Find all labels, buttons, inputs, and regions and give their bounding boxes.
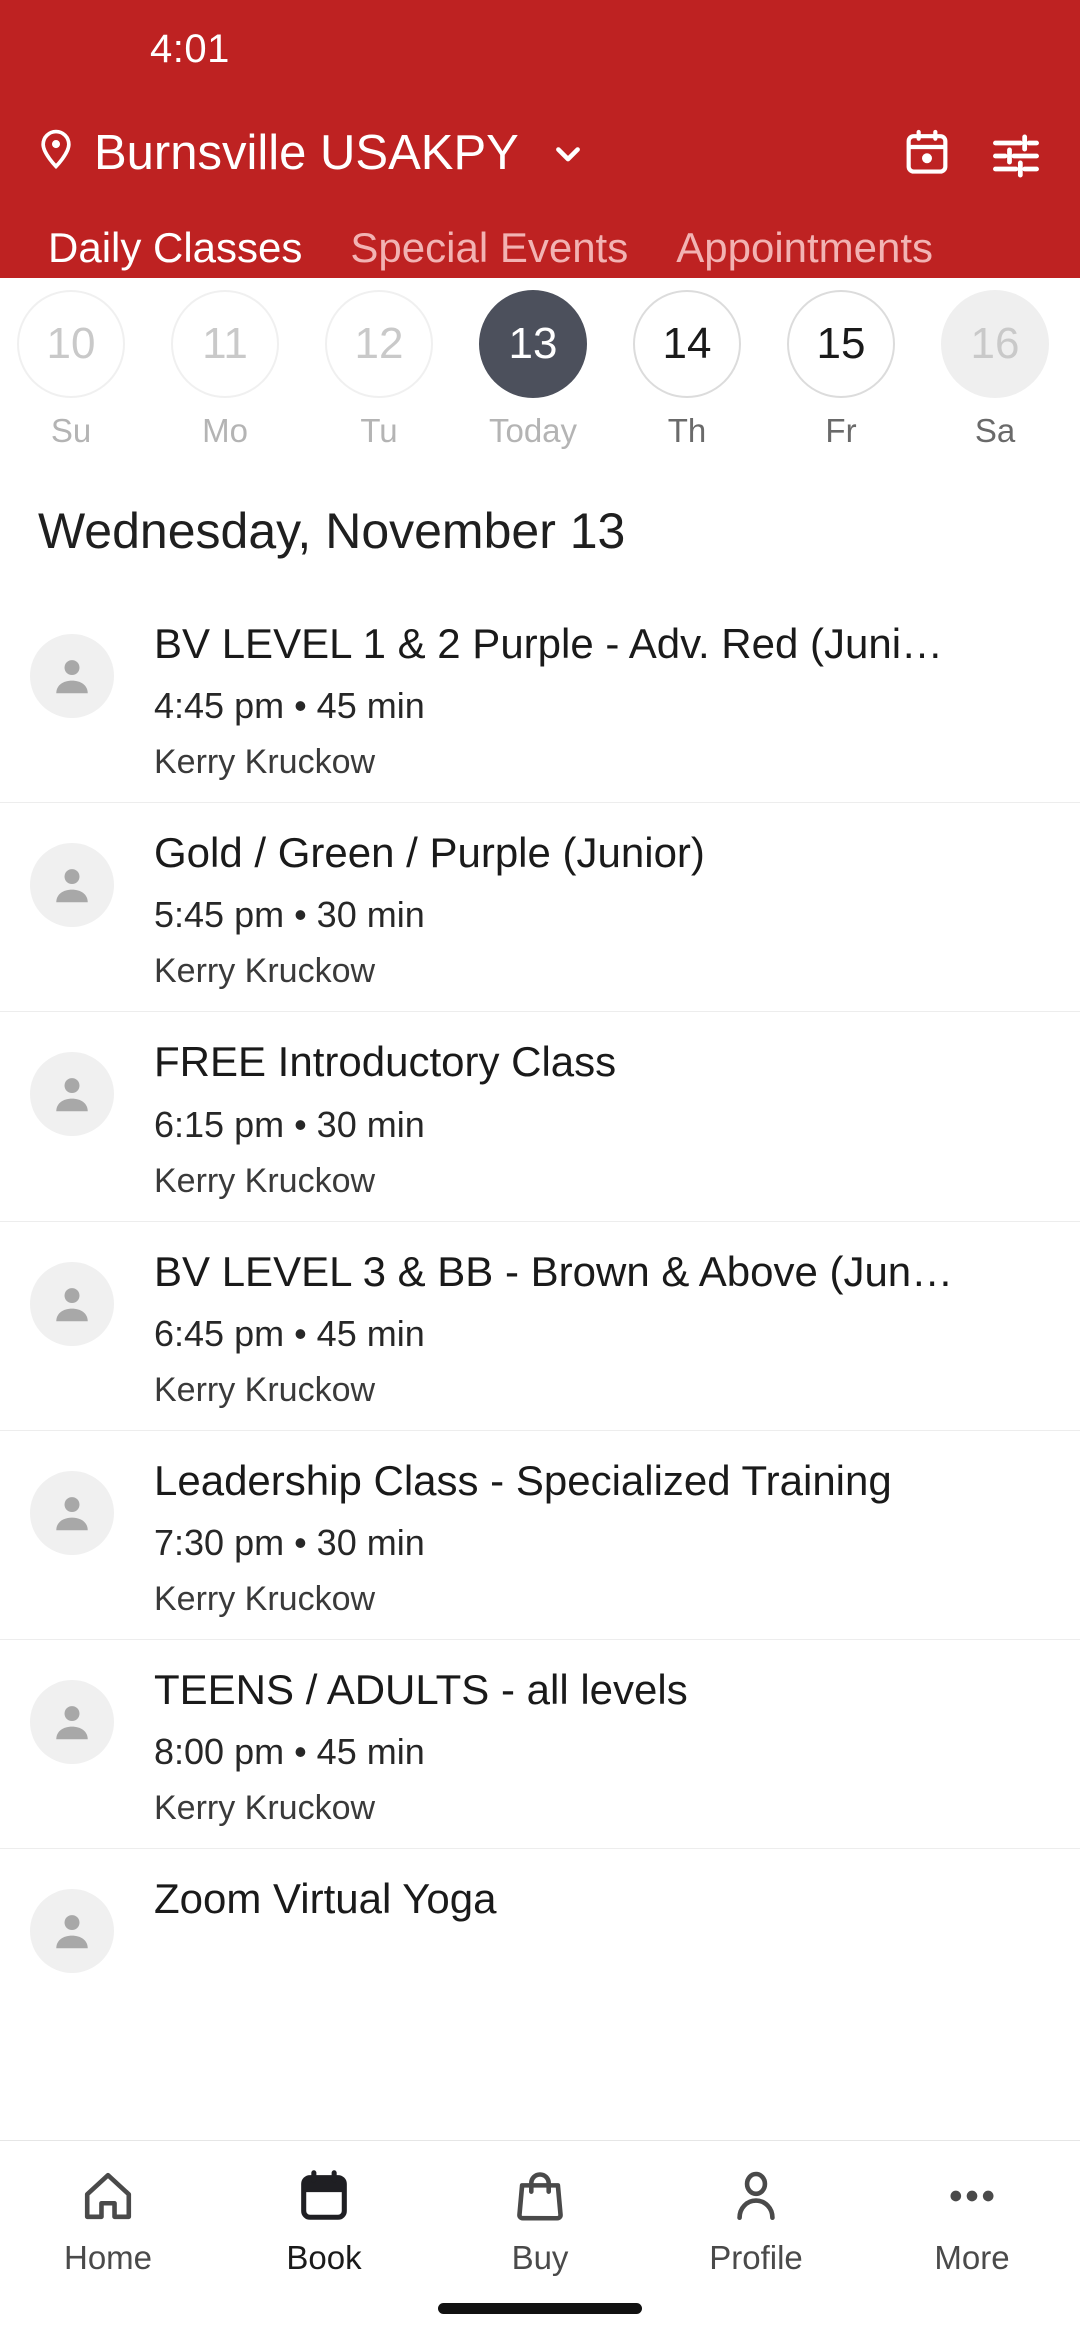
location-pin-icon [34,127,78,179]
header-actions [902,127,1042,179]
nav-item-home[interactable]: Home [0,2163,216,2277]
nav-label: Book [286,2239,362,2276]
status-bar: 4:01 [0,0,1080,98]
class-time: 6:15 pm • 30 min [154,1103,425,1145]
class-instructor: Kerry Kruckow [154,1580,376,1619]
class-row[interactable]: Zoom Virtual Yoga [0,1848,1080,1993]
class-row[interactable]: BV LEVEL 1 & 2 Purple - Adv. Red (Juni… … [0,594,1080,802]
class-title: Gold / Green / Purple (Junior) [154,829,705,877]
class-row[interactable]: FREE Introductory Class 6:15 pm • 30 min… [0,1011,1080,1220]
class-row-text: Gold / Green / Purple (Junior) 5:45 pm •… [154,825,1050,991]
class-row[interactable]: BV LEVEL 3 & BB - Brown & Above (Jun… 6:… [0,1220,1080,1430]
date-number: 11 [171,290,279,398]
nav-item-profile[interactable]: Profile [648,2163,864,2277]
date-number: 12 [325,290,433,398]
class-time: 8:00 pm • 45 min [154,1731,425,1773]
status-time: 4:01 [150,26,230,71]
location-selector[interactable]: Burnsville USAKPY [34,125,902,181]
class-row[interactable]: TEENS / ADULTS - all levels 8:00 pm • 45… [0,1639,1080,1848]
class-instructor: Kerry Kruckow [154,1161,376,1200]
shopping-bag-icon [511,2163,569,2229]
date-weekday-label: Su [50,412,92,449]
app-header: 4:01 Burnsville USAKPY Daily Classes Spe… [0,0,1080,278]
person-avatar-icon [30,634,114,718]
date-number: 10 [17,290,125,398]
bottom-navigation-bar: Home Book Buy Profile More [0,2140,1080,2340]
class-title: FREE Introductory Class [154,1038,617,1086]
class-time: 5:45 pm • 30 min [154,894,425,936]
class-row-text: BV LEVEL 3 & BB - Brown & Above (Jun… 6:… [154,1244,1050,1410]
nav-item-buy[interactable]: Buy [432,2163,648,2277]
class-instructor: Kerry Kruckow [154,1370,376,1409]
class-time: 7:30 pm • 30 min [154,1522,425,1564]
class-time: 4:45 pm • 45 min [154,685,425,727]
class-title: BV LEVEL 1 & 2 Purple - Adv. Red (Juni… [154,620,944,667]
location-bar: Burnsville USAKPY [0,98,1080,208]
tab-appointments[interactable]: Appointments [652,224,957,278]
class-instructor: Kerry Kruckow [154,1789,376,1828]
class-row-text: Zoom Virtual Yoga [154,1871,1050,1940]
class-row-text: TEENS / ADULTS - all levels 8:00 pm • 45… [154,1662,1050,1828]
date-cell-16[interactable]: 16 Sa [918,290,1072,450]
date-weekday-label: Tu [360,412,398,449]
class-row[interactable]: Gold / Green / Purple (Junior) 5:45 pm •… [0,802,1080,1011]
person-avatar-icon [30,1680,114,1765]
date-weekday-label: Th [667,412,707,449]
date-cell-14[interactable]: 14 Th [610,290,764,450]
location-name: Burnsville USAKPY [94,126,519,180]
date-number: 13 [479,290,587,398]
date-cell-15[interactable]: 15 Fr [764,290,918,450]
nav-item-book[interactable]: Book [216,2163,432,2277]
filter-tune-icon[interactable] [990,130,1042,178]
class-time: 6:45 pm • 45 min [154,1312,425,1354]
class-row-text: Leadership Class - Specialized Training … [154,1453,1050,1619]
date-weekday-label: Sa [974,412,1016,449]
tab-special-events[interactable]: Special Events [326,224,652,278]
date-number: 16 [941,290,1049,398]
calendar-icon[interactable] [902,127,952,179]
date-cell-11[interactable]: 11 Mo [148,290,302,450]
class-title: Leadership Class - Specialized Training [154,1456,892,1504]
date-number: 14 [633,290,741,398]
chevron-down-icon[interactable] [547,132,589,174]
day-title: Wednesday, November 13 [38,503,626,559]
person-avatar-icon [30,843,114,928]
home-icon [79,2163,137,2229]
date-selector-strip[interactable]: 10 Su 11 Mo 12 Tu 13 Today 14 Th 15 Fr 1… [0,278,1080,468]
home-indicator [438,2303,642,2314]
header-tabs: Daily Classes Special Events Appointment… [0,208,1080,278]
more-dots-icon [943,2163,1001,2229]
class-row-text: BV LEVEL 1 & 2 Purple - Adv. Red (Juni… … [154,616,1050,782]
person-avatar-icon [30,1052,114,1137]
calendar-icon [295,2163,353,2229]
class-instructor: Kerry Kruckow [154,952,376,991]
date-cell-12[interactable]: 12 Tu [302,290,456,450]
tab-daily-classes[interactable]: Daily Classes [24,224,326,278]
class-title: BV LEVEL 3 & BB - Brown & Above (Jun… [154,1247,954,1295]
class-instructor: Kerry Kruckow [154,743,376,782]
class-title: Zoom Virtual Yoga [154,1875,497,1923]
date-weekday-label: Today [488,412,578,449]
date-weekday-label: Fr [825,412,857,449]
nav-label: Home [63,2239,153,2276]
class-row-text: FREE Introductory Class 6:15 pm • 30 min… [154,1034,1050,1200]
person-avatar-icon [30,1261,114,1346]
nav-label: More [934,2239,1010,2276]
class-row[interactable]: Leadership Class - Specialized Training … [0,1429,1080,1639]
date-number: 15 [787,290,895,398]
nav-label: Profile [709,2239,803,2276]
class-title: TEENS / ADULTS - all levels [154,1666,688,1714]
nav-label: Buy [511,2239,569,2276]
class-list: BV LEVEL 1 & 2 Purple - Adv. Red (Juni… … [0,594,1080,1994]
person-avatar-icon [30,1470,114,1555]
person-avatar-icon [30,1889,114,1974]
date-weekday-label: Mo [202,412,248,449]
nav-item-more[interactable]: More [864,2163,1080,2277]
person-icon [727,2163,785,2229]
date-cell-10[interactable]: 10 Su [0,290,148,450]
date-cell-13-today-selected[interactable]: 13 Today [456,290,610,450]
